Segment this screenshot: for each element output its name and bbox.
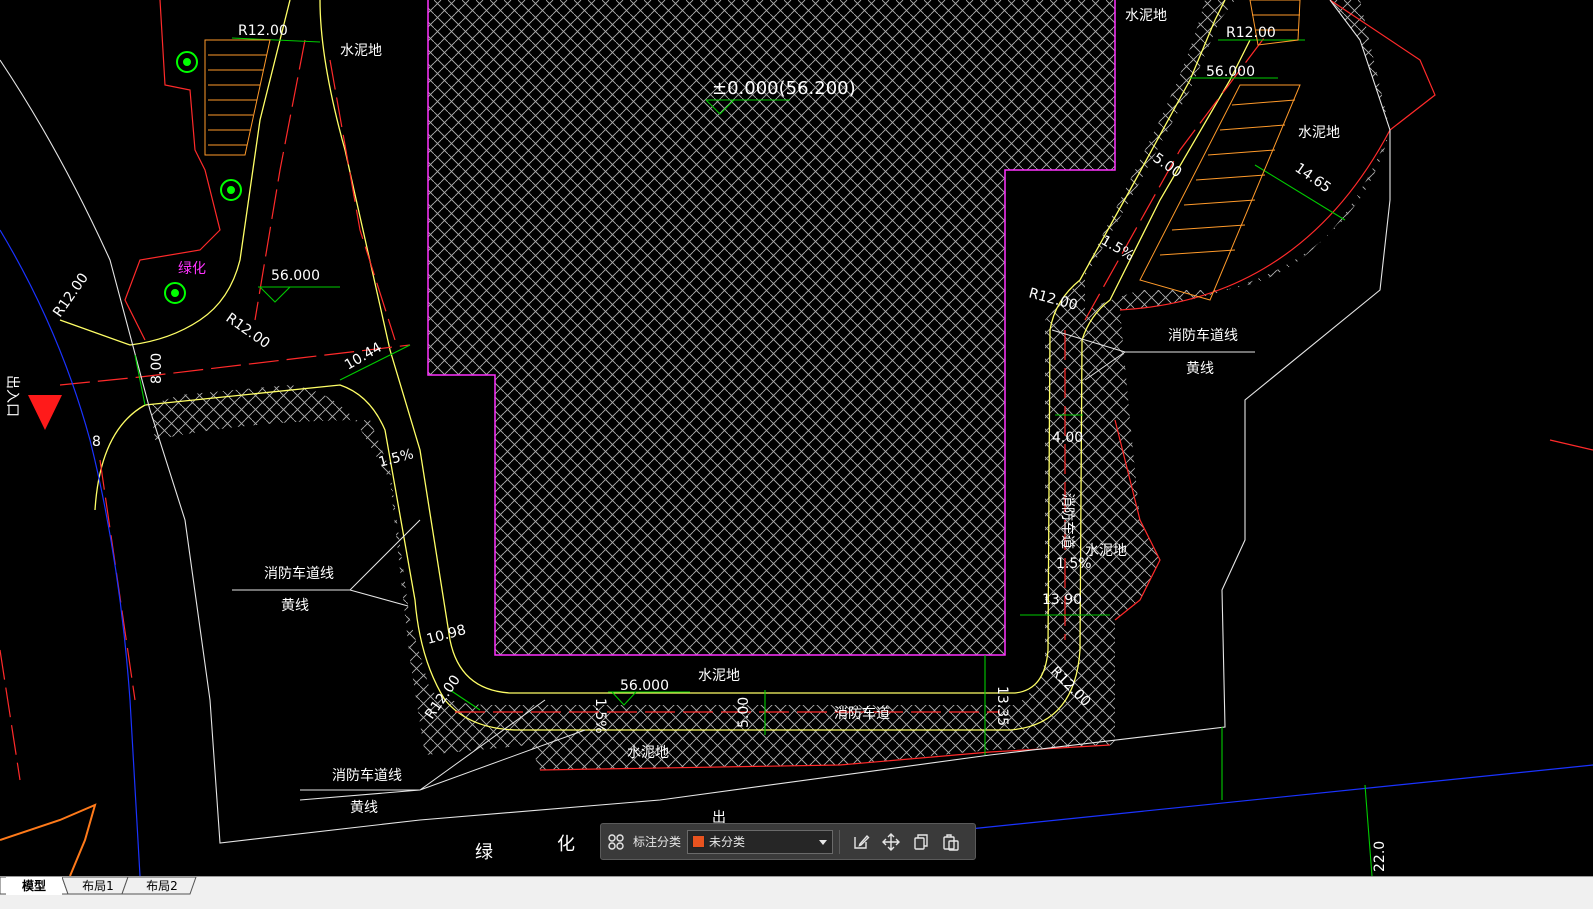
yellow-line-label: 黄线 [350, 799, 378, 816]
slope-label: 1.5% [377, 446, 416, 471]
annotation-toolbar: 标注分类 未分类 [600, 823, 976, 860]
site-plan-drawing: ±0.000(56.200) 56.000 56.000 56.000 R12.… [0, 0, 1593, 876]
dimension-label: 13.35 [994, 686, 1010, 726]
elevation-56-right: 56.000 [1206, 64, 1255, 80]
cement-label: 水泥地 [698, 668, 740, 684]
dimension-label: 10.98 [425, 622, 468, 648]
dimension-label: 8.00 [149, 353, 165, 384]
dimension-label: 22.0 [1372, 841, 1388, 872]
fire-lane-label: 消防车道 [1059, 493, 1076, 549]
cement-label: 水泥地 [1298, 125, 1340, 141]
category-label: 标注分类 [633, 835, 682, 849]
category-selected-value: 未分类 [709, 835, 746, 849]
greenery-label: 绿化 [178, 261, 206, 277]
cad-drawing-canvas[interactable]: ±0.000(56.200) 56.000 56.000 56.000 R12.… [0, 0, 1593, 876]
greenery-label: 化 [557, 834, 575, 855]
chevron-down-icon [818, 832, 828, 851]
layout-tab-bar: 模型 布局1 布局2 [0, 876, 1593, 909]
grid-icon[interactable] [601, 827, 631, 857]
slope-label: 1.5% [592, 698, 608, 734]
radius-label: R12.00 [238, 23, 288, 39]
greenery-label: 绿 [475, 842, 493, 863]
dimension-label: 5.00 [1150, 150, 1185, 181]
radius-label: R12.00 [50, 270, 92, 320]
yellow-line-label: 黄线 [1186, 360, 1214, 377]
radius-label: R12.00 [1226, 25, 1276, 41]
category-color-swatch [692, 835, 706, 848]
toolbar-divider [839, 829, 841, 854]
cement-label: 水泥地 [627, 745, 669, 761]
move-icon[interactable] [876, 827, 906, 857]
radius-label: R12.00 [223, 310, 273, 352]
radius-label: R12.00 [1027, 285, 1079, 313]
cement-label: 水泥地 [1125, 8, 1167, 24]
cement-label: 水泥地 [340, 43, 382, 59]
entrance-arrow-icon [28, 395, 62, 430]
entrance-label: 出入口 [4, 375, 20, 417]
fire-lane-line-label: 消防车道线 [1168, 327, 1238, 344]
category-select[interactable]: 未分类 [687, 829, 834, 854]
yellow-line-label: 黄线 [281, 597, 309, 614]
dimension-label: 13.90 [1042, 592, 1082, 608]
edit-icon[interactable] [846, 827, 876, 857]
paste-icon[interactable] [936, 827, 966, 857]
copy-icon[interactable] [906, 827, 936, 857]
elevation-56-left: 56.000 [271, 268, 320, 284]
fire-lane-line-label: 消防车道线 [264, 565, 334, 582]
elevation-label: ±0.000(56.200) [712, 78, 856, 99]
elevation-56-bottom: 56.000 [620, 678, 669, 694]
tab-model[interactable]: 模型 [6, 877, 62, 895]
dimension-label: 8 [92, 434, 101, 450]
fire-lane-line-label: 消防车道线 [332, 767, 402, 784]
dimension-label: 4.00 [1052, 430, 1083, 446]
slope-label: 1.5% [1056, 556, 1092, 572]
tab-layout1[interactable]: 布局1 [70, 877, 126, 895]
dimension-label: 5.00 [736, 697, 752, 728]
tab-layout2[interactable]: 布局2 [132, 877, 192, 895]
fire-lane-label: 消防车道 [834, 705, 890, 722]
